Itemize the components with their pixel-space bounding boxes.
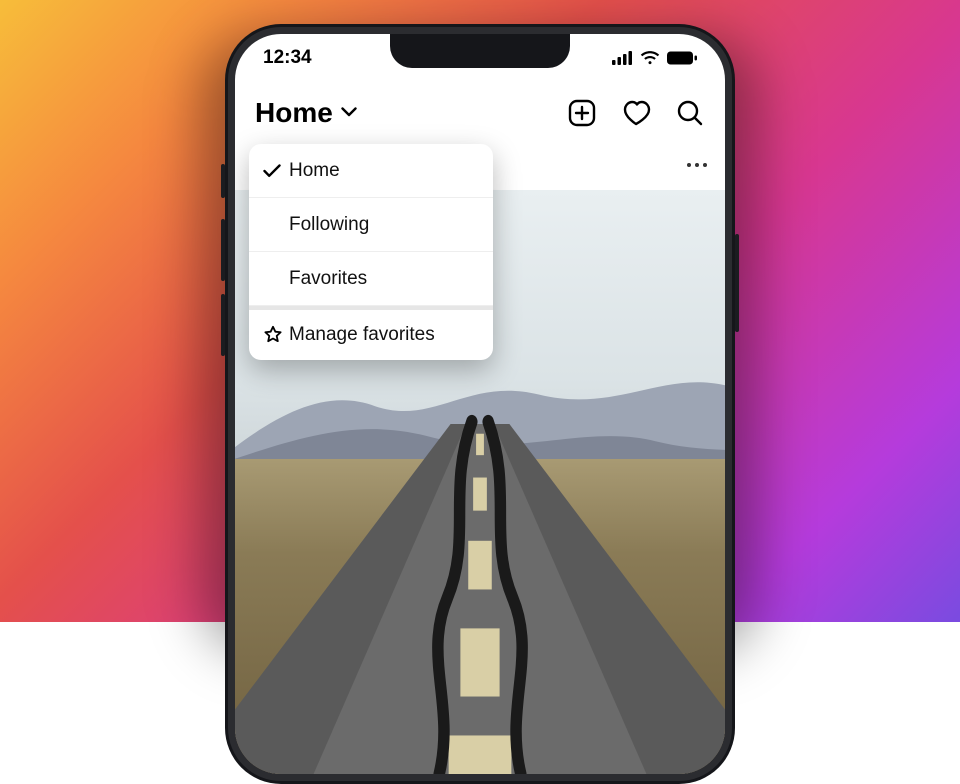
dots-icon	[687, 163, 691, 167]
cellular-icon	[612, 51, 633, 65]
skid-marks	[235, 412, 725, 774]
menu-item-label: Favorites	[289, 268, 367, 290]
feed-selector-title: Home	[255, 97, 333, 129]
feed-selector-button[interactable]: Home	[255, 97, 357, 129]
star-icon	[263, 325, 289, 345]
phone-power-button	[735, 234, 739, 332]
phone-volume-up	[221, 219, 225, 281]
wifi-icon	[640, 51, 660, 65]
menu-item-label: Following	[289, 214, 369, 236]
menu-item-following[interactable]: Following	[249, 198, 493, 252]
phone-volume-down	[221, 294, 225, 356]
feed-selector-menu: Home Following Favorites Manage favorite…	[249, 144, 493, 360]
menu-item-home[interactable]: Home	[249, 144, 493, 198]
search-button[interactable]	[675, 98, 705, 128]
battery-icon	[667, 51, 697, 65]
app-header: Home	[235, 86, 725, 140]
plus-square-icon	[568, 99, 596, 127]
menu-item-label: Home	[289, 160, 340, 182]
chevron-down-icon	[341, 104, 357, 122]
phone-frame: 12:34 Home	[225, 24, 735, 784]
menu-item-favorites[interactable]: Favorites	[249, 252, 493, 306]
create-post-button[interactable]	[567, 98, 597, 128]
phone-notch	[390, 34, 570, 68]
status-icons	[612, 51, 697, 65]
phone-mute-switch	[221, 164, 225, 198]
phone-screen: 12:34 Home	[235, 34, 725, 774]
search-icon	[676, 99, 704, 127]
heart-icon	[621, 99, 651, 127]
menu-item-manage-favorites[interactable]: Manage favorites	[249, 306, 493, 360]
activity-button[interactable]	[621, 98, 651, 128]
check-icon	[263, 164, 289, 178]
status-time: 12:34	[263, 47, 312, 69]
menu-item-label: Manage favorites	[289, 324, 435, 346]
post-options-button[interactable]	[687, 163, 707, 167]
